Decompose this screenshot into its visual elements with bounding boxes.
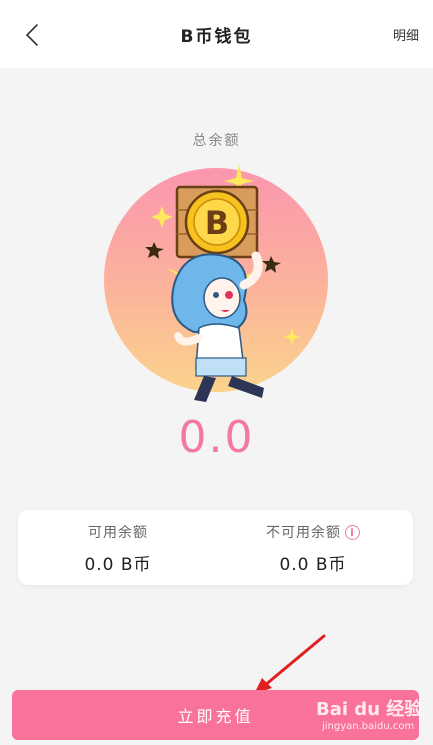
total-balance-label: 总余额 <box>192 133 241 149</box>
balance-breakdown-card: 可用余额 0.0 B币 不可用余额 i 0.0 B币 <box>18 510 413 585</box>
mascot-illustration: B <box>145 164 301 402</box>
total-balance-value: 0.0 <box>178 412 255 463</box>
baidu-watermark: Bai du 经验 jingyan.baidu.com <box>316 695 426 745</box>
page-title: B币钱包 <box>180 27 253 47</box>
unavailable-balance: 不可用余额 i 0.0 B币 <box>223 522 403 575</box>
available-balance-value: 0.0 B币 <box>84 555 152 575</box>
info-icon[interactable]: i <box>345 524 360 540</box>
top-bar: B币钱包 明细 <box>0 0 433 68</box>
watermark-url: jingyan.baidu.com <box>322 721 415 732</box>
available-balance: 可用余额 0.0 B币 <box>28 522 208 575</box>
unavailable-balance-label: 不可用余额 <box>266 525 341 541</box>
detail-link[interactable]: 明细 <box>393 25 419 44</box>
coin-letter: B <box>205 204 229 242</box>
annotation-arrow <box>254 634 326 694</box>
available-balance-label: 可用余额 <box>88 525 148 541</box>
watermark-brand: Bai du 经验 <box>316 699 423 720</box>
unavailable-balance-value: 0.0 B币 <box>279 555 347 575</box>
